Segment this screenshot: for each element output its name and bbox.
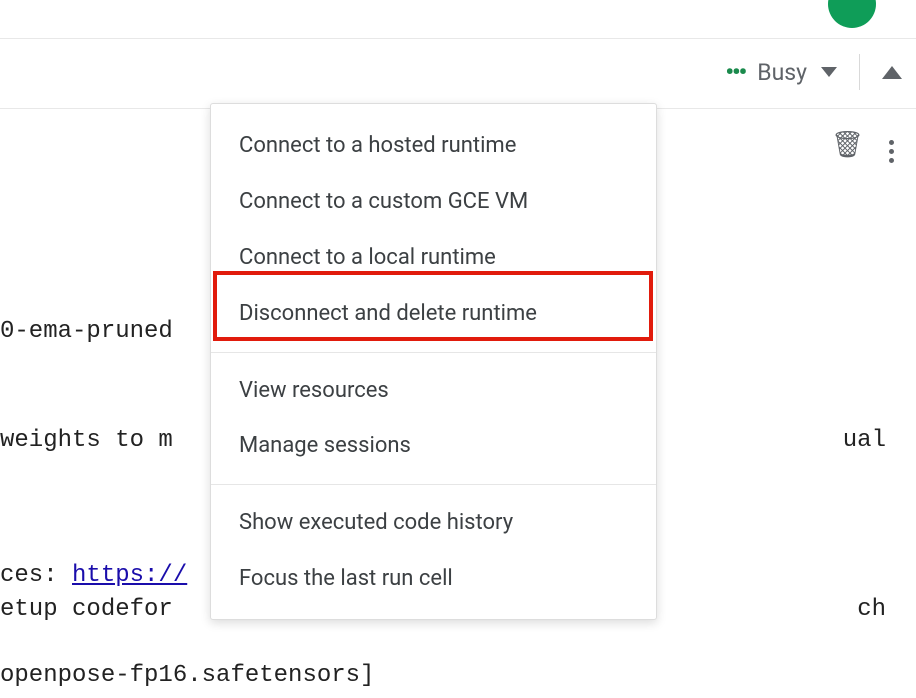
- caret-up-icon[interactable]: [882, 66, 902, 79]
- top-divider: [0, 38, 916, 39]
- output-text: etup codefor: [0, 596, 173, 623]
- output-text: ch: [857, 596, 886, 623]
- output-text: weights to m: [0, 427, 173, 454]
- output-text: ual: [843, 427, 886, 454]
- runtime-toolbar: ••• Busy: [725, 50, 902, 94]
- menu-item-focus-last-cell[interactable]: Focus the last run cell: [211, 551, 656, 607]
- vertical-divider: [859, 54, 860, 90]
- output-link[interactable]: https://: [72, 562, 187, 589]
- menu-separator: [211, 484, 656, 485]
- menu-separator: [211, 352, 656, 353]
- output-text: ces: https://: [0, 562, 187, 589]
- runtime-dropdown-menu: Connect to a hosted runtime Connect to a…: [210, 103, 657, 620]
- output-text: openpose-fp16.safetensors]: [0, 662, 374, 689]
- status-dots-icon: •••: [725, 60, 745, 84]
- menu-item-connect-gce[interactable]: Connect to a custom GCE VM: [211, 174, 656, 230]
- menu-item-connect-hosted[interactable]: Connect to a hosted runtime: [211, 118, 656, 174]
- output-text: 0-ema-pruned: [0, 318, 173, 345]
- avatar[interactable]: [828, 0, 876, 28]
- delete-icon[interactable]: 🗑: [831, 130, 864, 160]
- menu-item-view-resources[interactable]: View resources: [211, 363, 656, 419]
- menu-item-disconnect-delete[interactable]: Disconnect and delete runtime: [211, 286, 656, 342]
- menu-item-executed-history[interactable]: Show executed code history: [211, 495, 656, 551]
- menu-item-connect-local[interactable]: Connect to a local runtime: [211, 230, 656, 286]
- more-icon[interactable]: [883, 132, 900, 171]
- caret-down-icon[interactable]: [821, 67, 837, 77]
- runtime-status-label[interactable]: Busy: [757, 59, 807, 86]
- menu-item-manage-sessions[interactable]: Manage sessions: [211, 418, 656, 474]
